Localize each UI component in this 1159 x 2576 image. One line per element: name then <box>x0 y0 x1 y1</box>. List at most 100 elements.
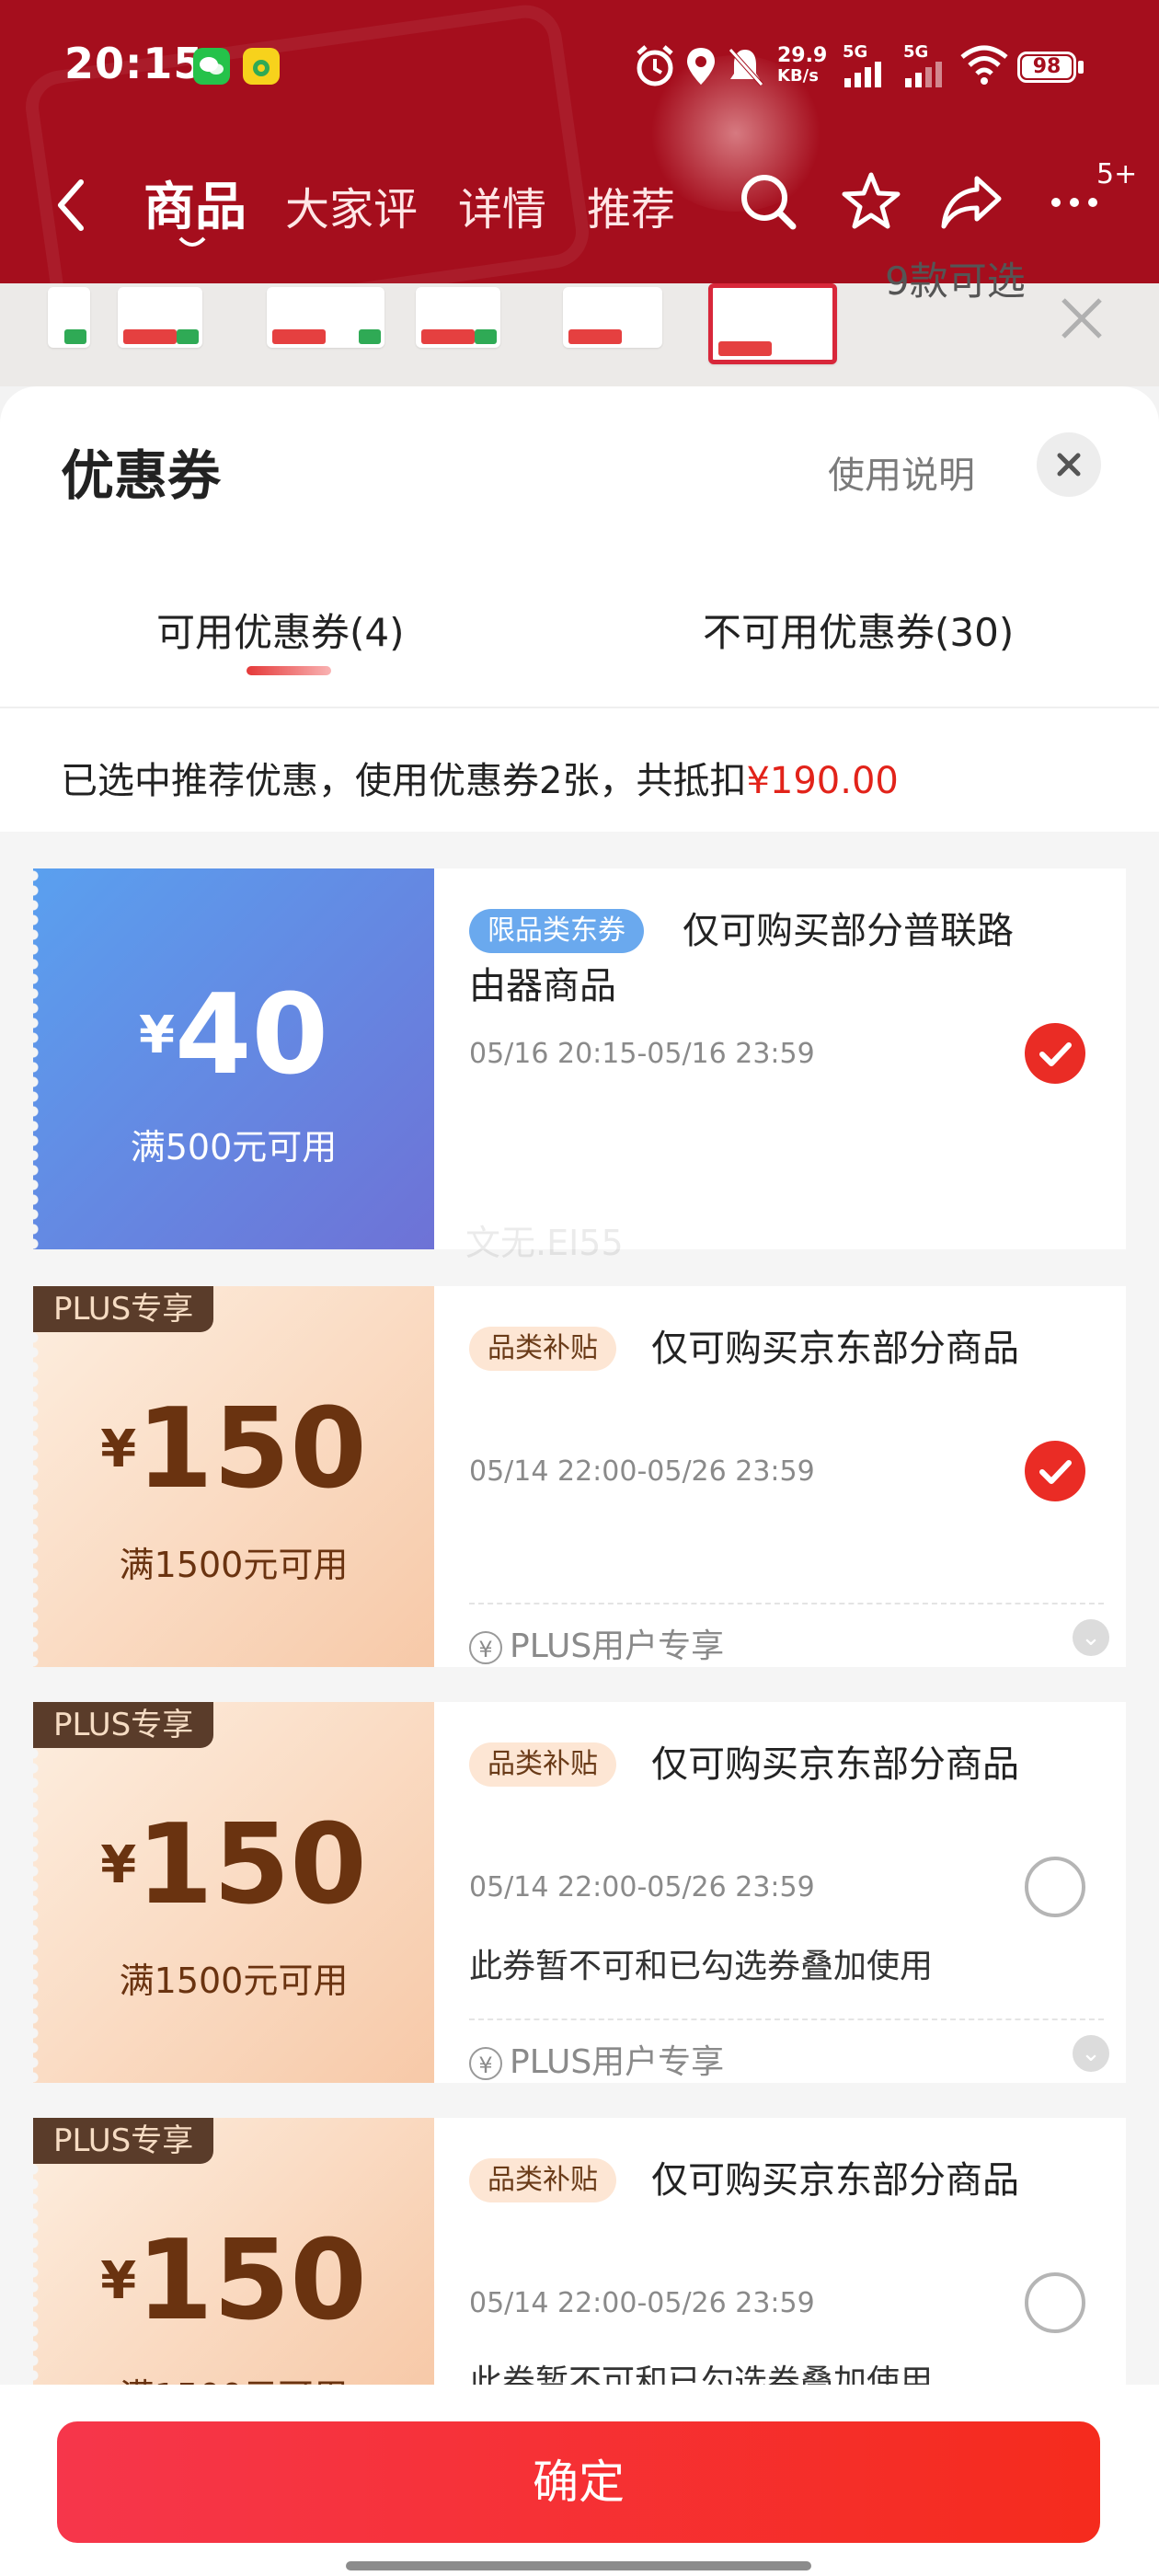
sheet-title: 优惠券 <box>61 444 222 507</box>
coupon-validity: 05/14 22:00-05/26 23:59 <box>469 1455 815 1488</box>
battery-icon: 98 <box>1017 52 1076 83</box>
strip-close-icon[interactable] <box>1054 291 1109 346</box>
coupon-divider <box>469 1603 1104 1604</box>
sim2-label: 5G <box>903 42 929 62</box>
coupon-card[interactable]: PLUS专享 ¥150 满1500元可用 品类补贴 仅可购买京东部分商品 05/… <box>33 1286 1126 1667</box>
back-arrow-icon <box>58 179 84 231</box>
coupon-validity: 05/16 20:15-05/16 23:59 <box>469 1038 815 1070</box>
coupon-stack-note: 此券暂不可和已勾选券叠加使用 <box>469 1948 934 1985</box>
favorite-button[interactable] <box>839 169 903 234</box>
variant-thumb[interactable] <box>48 287 90 348</box>
coupon-desc: 仅可购买京东部分商品 <box>651 2159 1019 2202</box>
coupon-desc: 仅可购买部分普联路 <box>683 910 1014 952</box>
discount-summary: 已选中推荐优惠，使用优惠券2张，共抵扣¥190.00 <box>61 751 899 804</box>
net-speed-unit: KB/s <box>777 66 819 86</box>
coupon-tag: 品类补贴 <box>469 2158 616 2202</box>
coupon-value: 40 <box>174 972 328 1099</box>
confirm-button[interactable]: 确定 <box>57 2421 1100 2543</box>
currency-symbol: ¥ <box>100 1835 137 1895</box>
net-speed: 29.9 KB/s <box>777 46 827 94</box>
signal-sim1-icon: 5G <box>843 42 890 90</box>
battery-tip <box>1078 61 1084 74</box>
tab-recommend[interactable]: 推荐 <box>587 173 675 237</box>
plus-exclusive-tag: PLUS专享 <box>33 1702 214 1748</box>
checkmark-icon <box>1039 1042 1072 1066</box>
summary-amount: ¥190.00 <box>746 760 899 802</box>
currency-symbol: ¥ <box>100 2251 137 2311</box>
variant-thumb[interactable] <box>267 287 384 348</box>
plus-user-line: ¥ PLUS用户专享 <box>469 2035 724 2083</box>
share-arrow-icon <box>941 176 1002 229</box>
net-speed-value: 29.9 <box>777 44 828 67</box>
expand-chevron-icon[interactable]: ⌄ <box>1073 2035 1109 2072</box>
home-indicator[interactable] <box>346 2561 811 2570</box>
music-app-icon <box>243 48 280 85</box>
coupon-validity: 05/14 22:00-05/26 23:59 <box>469 2287 815 2319</box>
variant-thumb[interactable] <box>416 287 500 348</box>
sim1-label: 5G <box>843 42 868 62</box>
coupon-value-panel: PLUS专享 ¥150 满1500元可用 <box>33 1286 434 1667</box>
coupon-value: 150 <box>136 1386 367 1513</box>
status-time: 20:15 <box>64 39 204 88</box>
battery-level: 98 <box>1032 55 1061 78</box>
tab-details[interactable]: 详情 <box>458 173 546 237</box>
coupon-amount: ¥150 <box>33 1801 434 1929</box>
usage-instructions-link[interactable]: 使用说明 <box>828 445 975 499</box>
share-button[interactable] <box>938 169 1006 234</box>
star-icon <box>842 172 901 229</box>
yen-circle-icon: ¥ <box>469 2047 502 2080</box>
wechat-icon <box>193 48 230 85</box>
coupon-card[interactable]: PLUS专享 ¥150 满1500元可用 品类补贴 仅可购买京东部分商品 05/… <box>33 2118 1126 2385</box>
close-button[interactable] <box>1037 432 1101 497</box>
coupon-amount: ¥40 <box>33 972 434 1099</box>
currency-symbol: ¥ <box>139 1006 175 1065</box>
close-icon <box>1057 453 1081 477</box>
coupon-card[interactable]: PLUS专享 ¥150 满1500元可用 品类补贴 仅可购买京东部分商品 05/… <box>33 1702 1126 2083</box>
variant-thumb-selected[interactable] <box>708 283 837 364</box>
coupon-amount: ¥150 <box>33 1386 434 1513</box>
tab-product[interactable]: 商品 <box>143 166 247 240</box>
coupon-checkbox-checked[interactable] <box>1025 1441 1085 1501</box>
tab-unavailable-coupons[interactable]: 不可用优惠券(30) <box>703 602 1014 658</box>
coupon-checkbox-unchecked[interactable] <box>1025 2272 1085 2333</box>
expand-chevron-icon[interactable]: ⌄ <box>1073 1619 1109 1656</box>
variant-count: 9款可选 <box>885 259 1026 304</box>
coupon-tag: 品类补贴 <box>469 1327 616 1371</box>
coupon-desc: 仅可购买京东部分商品 <box>651 1743 1019 1786</box>
coupon-validity: 05/14 22:00-05/26 23:59 <box>469 1871 815 1903</box>
coupon-checkbox-unchecked[interactable] <box>1025 1857 1085 1917</box>
coupon-checkbox-checked[interactable] <box>1025 1023 1085 1084</box>
coupon-amount: ¥150 <box>33 2217 434 2345</box>
tab-reviews[interactable]: 大家评 <box>285 173 418 237</box>
coupon-stack-note: 此券暂不可和已勾选券叠加使用 <box>469 2363 934 2385</box>
coupon-value: 150 <box>136 2217 367 2345</box>
coupon-condition: 满1500元可用 <box>119 1545 349 1585</box>
search-button[interactable] <box>736 169 800 234</box>
plus-user-line: ¥ PLUS用户专享 <box>469 1619 724 1667</box>
coupon-value-panel: ¥40 满500元可用 <box>33 868 434 1249</box>
divider <box>0 707 1159 708</box>
yen-circle-icon: ¥ <box>469 1631 502 1664</box>
back-button[interactable] <box>50 173 96 237</box>
summary-text: 已选中推荐优惠，使用优惠券2张，共抵扣 <box>61 760 747 802</box>
plus-user-text: PLUS用户专享 <box>510 2043 725 2081</box>
coupon-value: 150 <box>136 1801 367 1929</box>
search-icon <box>741 175 797 230</box>
variant-thumb[interactable] <box>563 287 662 348</box>
coupon-tag: 品类补贴 <box>469 1742 616 1787</box>
message-badge: 5+ <box>1096 158 1138 190</box>
coupon-condition: 满1500元可用 <box>33 2368 434 2385</box>
location-icon <box>683 42 719 90</box>
watermark: 文无.EI55 <box>465 1223 624 1263</box>
currency-symbol: ¥ <box>100 1420 137 1479</box>
coupon-condition: 满1500元可用 <box>119 1961 349 2001</box>
variant-thumb[interactable] <box>118 287 202 348</box>
tab-available-coupons[interactable]: 可用优惠券(4) <box>156 602 405 658</box>
plus-exclusive-tag: PLUS专享 <box>33 1286 214 1332</box>
mute-bell-icon <box>725 42 765 90</box>
signal-sim2-icon: 5G <box>903 42 951 90</box>
coupon-value-panel: PLUS专享 ¥150 满1500元可用 <box>33 1702 434 2083</box>
coupon-card[interactable]: ¥40 满500元可用 限品类东券 仅可购买部分普联路 由器商品 05/16 2… <box>33 868 1126 1249</box>
alarm-icon <box>633 42 677 90</box>
plus-user-text: PLUS用户专享 <box>510 1627 725 1665</box>
